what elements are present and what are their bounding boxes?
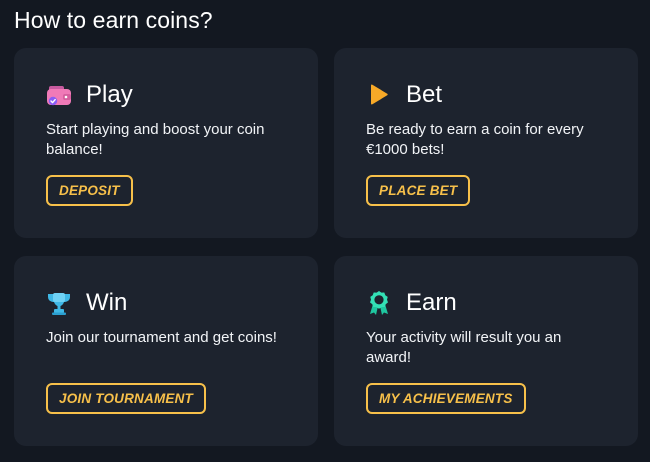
- place-bet-button[interactable]: PLACE BET: [366, 175, 471, 206]
- card-description: Your activity will result you an award!: [366, 329, 562, 366]
- card-description: Join our tournament and get coins!: [46, 329, 277, 346]
- play-icon: [366, 82, 392, 108]
- my-achievements-button[interactable]: MY ACHIEVEMENTS: [366, 383, 526, 414]
- trophy-icon: [46, 290, 72, 316]
- card-play: Play Start playing and boost your coin b…: [14, 48, 318, 238]
- card-header: Earn: [366, 288, 614, 318]
- card-header: Bet: [366, 80, 614, 110]
- card-win: Win Join our tournament and get coins! J…: [14, 256, 318, 446]
- page-title: How to earn coins?: [14, 7, 213, 33]
- card-bet: Bet Be ready to earn a coin for every €1…: [334, 48, 638, 238]
- card-earn: Earn Your activity will result you an aw…: [334, 256, 638, 446]
- card-description: Start playing and boost your coin balanc…: [46, 121, 265, 158]
- earn-coins-grid: Play Start playing and boost your coin b…: [14, 48, 638, 446]
- wallet-icon: [46, 82, 72, 108]
- card-title: Earn: [406, 289, 457, 316]
- card-description: Be ready to earn a coin for every €1000 …: [366, 121, 584, 158]
- award-icon: [366, 290, 392, 316]
- card-title: Win: [86, 289, 128, 316]
- card-header: Play: [46, 80, 294, 110]
- join-tournament-button[interactable]: JOIN TOURNAMENT: [46, 383, 207, 414]
- card-title: Play: [86, 81, 133, 108]
- deposit-button[interactable]: DEPOSIT: [46, 175, 133, 206]
- card-header: Win: [46, 288, 294, 318]
- card-title: Bet: [406, 81, 443, 108]
